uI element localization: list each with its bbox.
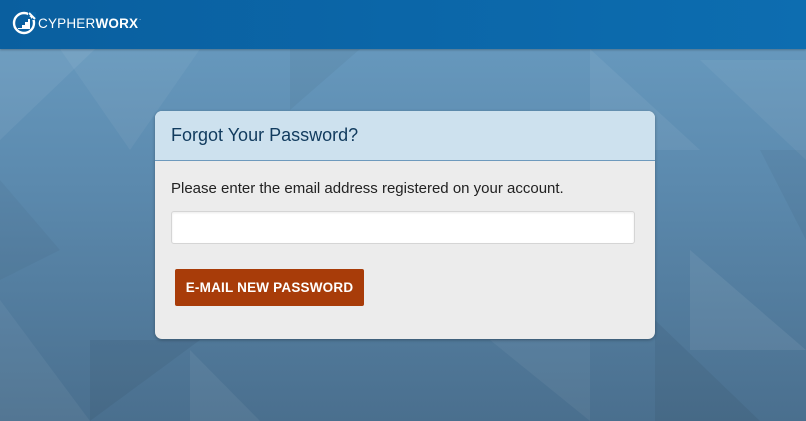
card-header: Forgot Your Password?	[155, 111, 655, 161]
page-title: Forgot Your Password?	[171, 125, 359, 145]
email-instructions: Please enter the email address registere…	[171, 180, 564, 197]
forgot-password-card: Forgot Your Password? Please enter the e…	[155, 111, 655, 339]
cypherworx-logo[interactable]: CYPHERWORX.	[12, 11, 141, 35]
logo-name-light: CYPHER	[38, 15, 96, 31]
top-navbar: CYPHERWORX.	[0, 0, 806, 49]
email-field[interactable]	[171, 211, 635, 244]
email-new-password-button[interactable]: E-MAIL NEW PASSWORD	[175, 269, 364, 306]
logo-name-bold: WORX	[95, 15, 139, 31]
logo-wordmark: CYPHERWORX.	[38, 16, 141, 31]
cypherworx-logo-icon	[12, 11, 36, 35]
logo-trademark: .	[139, 15, 142, 22]
